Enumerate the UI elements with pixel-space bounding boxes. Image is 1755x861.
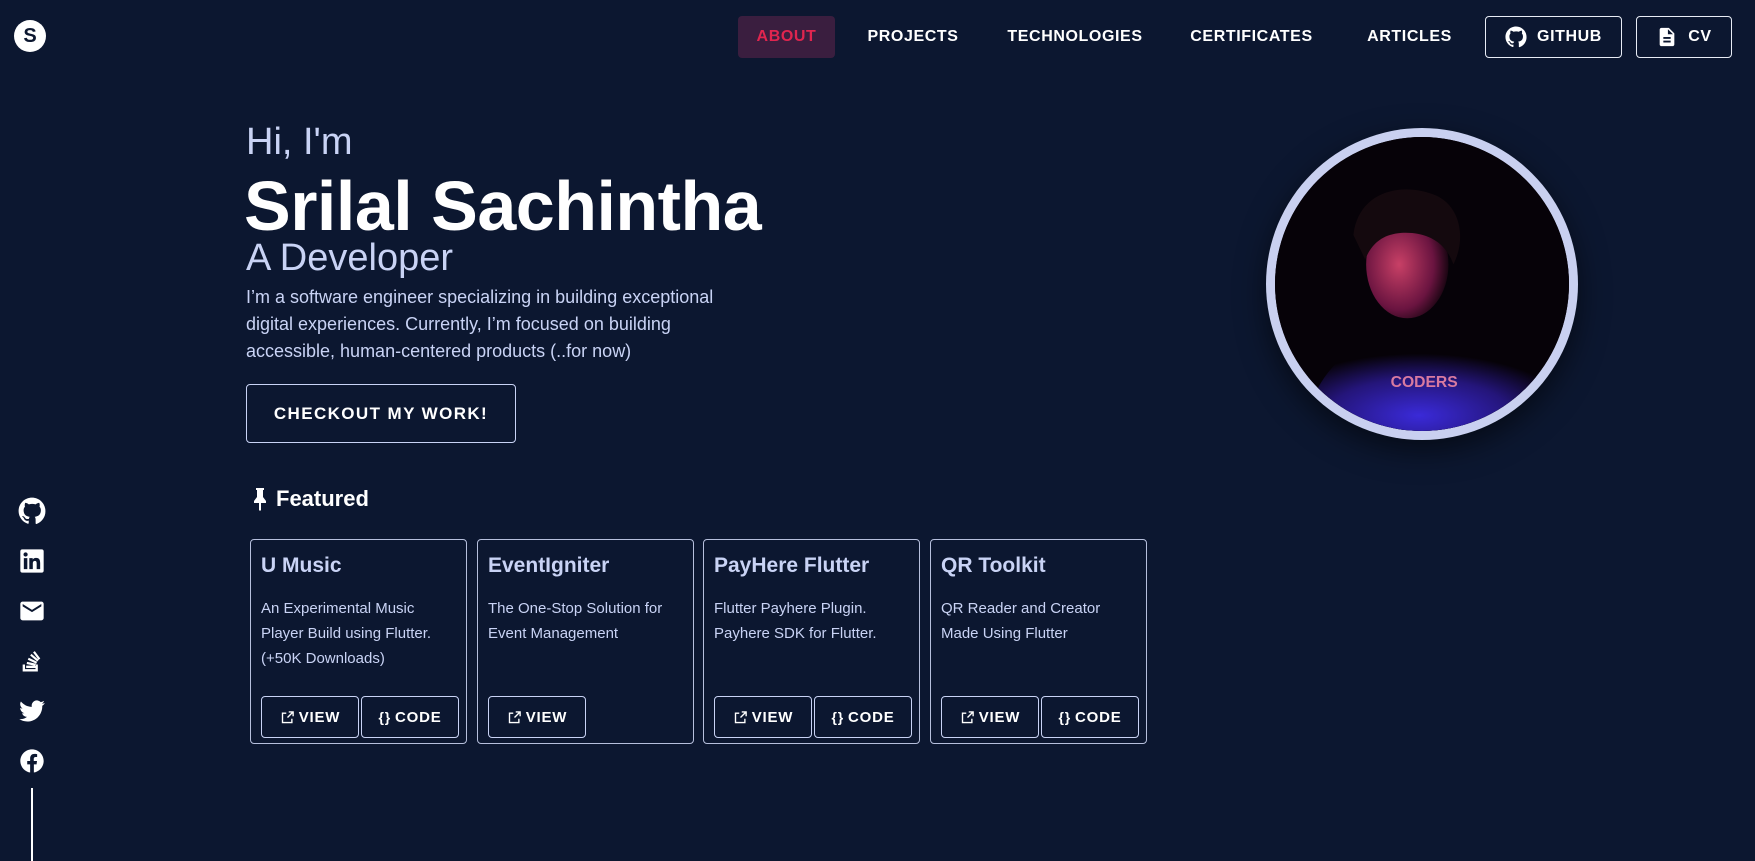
featured-title-text: Featured [276, 486, 369, 511]
nav-projects[interactable]: PROJECTS [855, 16, 971, 58]
nav-about[interactable]: ABOUT [738, 16, 835, 58]
view-label: VIEW [751, 708, 794, 726]
view-label: VIEW [298, 708, 341, 726]
site-logo[interactable]: S [14, 20, 46, 52]
external-link-icon [734, 710, 747, 723]
cv-button-label: CV [1688, 28, 1712, 45]
hero-description: I’m a software engineer specializing in … [246, 287, 714, 361]
project-card-u-music: U Music An Experimental Music Player Bui… [250, 539, 467, 744]
code-button[interactable]: {} CODE [1041, 696, 1139, 738]
nav-technologies[interactable]: TECHNOLOGIES [1000, 16, 1150, 58]
checkout-work-button[interactable]: CHECKOUT MY WORK! [246, 384, 516, 443]
code-button[interactable]: {} CODE [814, 696, 912, 738]
project-card-payhere-flutter: PayHere Flutter Flutter Payhere Plugin. … [703, 539, 920, 744]
card-description: The One-Stop Solution for Event Manageme… [488, 600, 663, 642]
mail-icon [20, 601, 44, 621]
social-twitter-link[interactable] [17, 696, 47, 726]
github-icon [18, 497, 46, 524]
view-button[interactable]: VIEW [488, 696, 586, 738]
card-title: QR Toolkit [941, 554, 1046, 577]
nav-articles[interactable]: ARTICLES [1358, 16, 1461, 58]
card-title: PayHere Flutter [714, 554, 870, 577]
card-title: EventIgniter [488, 554, 610, 577]
stackoverflow-icon [22, 651, 41, 672]
github-button-label: GITHUB [1537, 28, 1602, 45]
facebook-icon [20, 749, 44, 773]
view-button[interactable]: VIEW [714, 696, 812, 738]
cv-button[interactable]: CV [1636, 16, 1732, 58]
logo-letter: S [23, 24, 37, 47]
code-label: CODE [394, 708, 442, 726]
social-stackoverflow-link[interactable] [17, 646, 47, 676]
project-card-eventigniter: EventIgniter The One-Stop Solution for E… [477, 539, 694, 744]
social-github-link[interactable] [17, 496, 47, 526]
hero-name: Srilal Sachintha [244, 167, 762, 245]
code-button[interactable]: {} CODE [361, 696, 459, 738]
nav-certificates[interactable]: CERTIFICATES [1183, 16, 1320, 58]
github-button[interactable]: GITHUB [1485, 16, 1622, 58]
code-label: CODE [847, 708, 895, 726]
card-description: QR Reader and Creator Made Using Flutter [941, 600, 1101, 642]
project-card-qr-toolkit: QR Toolkit QR Reader and Creator Made Us… [930, 539, 1147, 744]
code-icon: {} [1058, 709, 1071, 725]
profile-photo: CODERS [1275, 137, 1569, 431]
card-description: An Experimental Music Player Build using… [261, 600, 432, 667]
social-rail-divider [31, 788, 33, 861]
portfolio-page: S ABOUT PROJECTS TECHNOLOGIES CERTIFICAT… [0, 0, 1755, 861]
code-icon: {} [831, 709, 844, 725]
hero-role: A Developer [246, 237, 454, 279]
social-email-link[interactable] [17, 596, 47, 626]
github-icon [1505, 26, 1527, 48]
view-label: VIEW [525, 708, 568, 726]
pin-icon [254, 488, 266, 511]
external-link-icon [281, 710, 294, 723]
card-title: U Music [261, 554, 342, 577]
social-linkedin-link[interactable] [17, 546, 47, 576]
featured-heading: Featured [250, 484, 369, 514]
social-facebook-link[interactable] [17, 746, 47, 776]
linkedin-icon [20, 549, 44, 573]
view-button[interactable]: VIEW [941, 696, 1039, 738]
external-link-icon [508, 710, 521, 723]
view-label: VIEW [978, 708, 1021, 726]
code-label: CODE [1074, 708, 1122, 726]
hero-greeting: Hi, I'm [246, 121, 353, 163]
twitter-icon [19, 700, 45, 722]
view-button[interactable]: VIEW [261, 696, 359, 738]
profile-avatar: CODERS [1266, 128, 1578, 440]
document-icon [1659, 27, 1675, 47]
code-icon: {} [378, 709, 391, 725]
external-link-icon [961, 710, 974, 723]
card-description: Flutter Payhere Plugin. Payhere SDK for … [714, 600, 877, 642]
shirt-text: CODERS [1391, 374, 1458, 391]
